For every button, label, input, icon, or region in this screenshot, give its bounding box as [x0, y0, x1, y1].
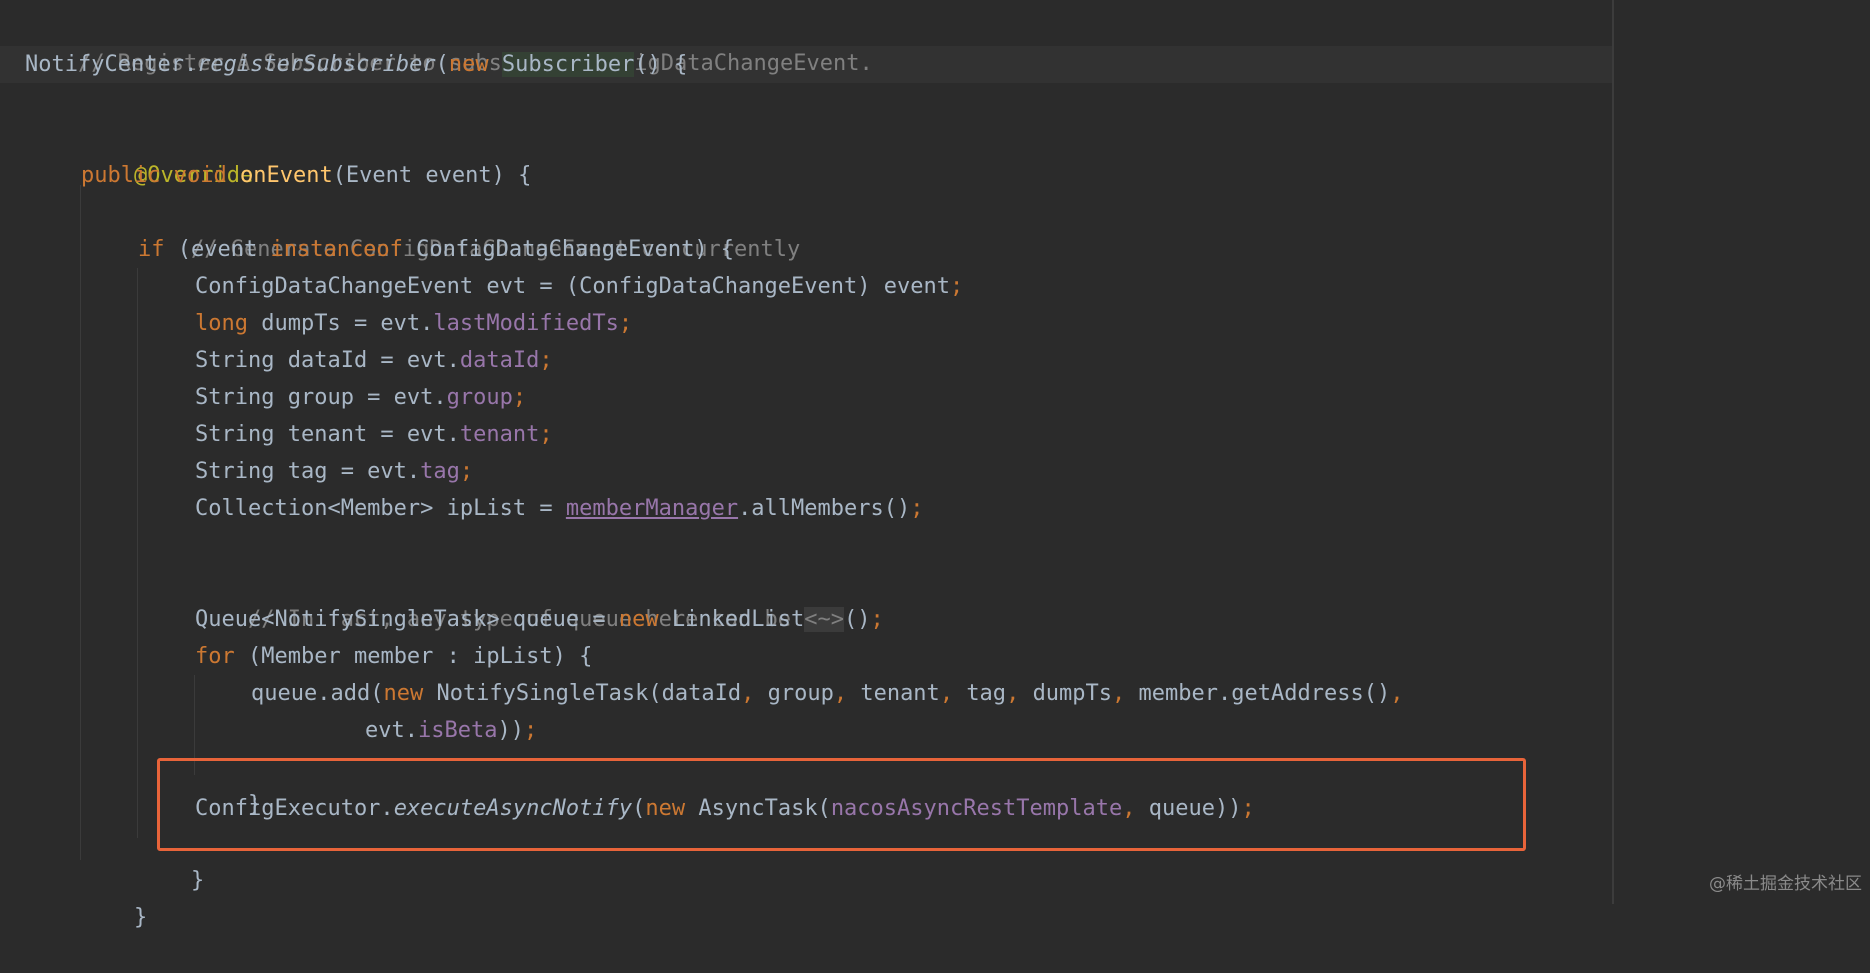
code-token: group	[446, 385, 513, 410]
code-token: memberManager	[565, 496, 739, 521]
highlight-box	[157, 758, 1526, 851]
code-token: <~>	[804, 607, 845, 632]
code-token: ;	[949, 274, 964, 299]
code-token: ConfigDataChangeEvent) {	[402, 237, 735, 262]
code-token: tenant	[860, 681, 940, 706]
code-token: isBeta	[417, 718, 498, 743]
code-line: // Generate ConfigDataChangeEvent concur…	[138, 194, 800, 262]
indent-guide	[80, 185, 81, 860]
code-line: evt.isBeta));	[365, 712, 537, 749]
code-token: ;	[870, 607, 884, 632]
code-token: ;	[523, 718, 538, 743]
code-token: Subscriber	[501, 52, 635, 77]
code-token: for	[195, 644, 235, 669]
code-token: Collection<Member> ipList =	[195, 496, 566, 521]
code-token: queue.add(	[251, 681, 384, 706]
code-token: public	[81, 163, 161, 188]
code-line: // In fact, any type of queue here can b…	[195, 564, 791, 632]
code-token: ,	[1006, 681, 1033, 706]
code-line: Collection<Member> ipList = memberManage…	[195, 490, 924, 527]
code-line: // Register A Subscriber to subscribe Co…	[25, 8, 873, 76]
code-token: tag	[966, 681, 1007, 706]
code-token: ,	[833, 681, 861, 706]
code-token: String group = evt.	[195, 385, 447, 410]
code-token: void	[173, 163, 227, 188]
code-token: new	[383, 681, 424, 706]
code-line: String dataId = evt.dataId;	[195, 342, 553, 379]
code-token: Queue<NotifySingleTask> queue =	[195, 607, 619, 632]
code-line: public void onEvent(Event event) {	[81, 157, 531, 194]
code-token: String tenant = evt.	[195, 422, 460, 447]
code-token: ,	[1112, 681, 1139, 706]
code-line: ConfigDataChangeEvent evt = (ConfigDataC…	[195, 268, 963, 305]
code-token: ;	[512, 385, 527, 410]
closing-brace: }	[133, 905, 148, 930]
code-token: ,	[1390, 681, 1404, 706]
code-token: member.getAddress()	[1138, 681, 1391, 706]
code-token: String tag = evt.	[195, 459, 421, 484]
code-token: onEvent	[239, 163, 333, 188]
code-token: ;	[459, 459, 474, 484]
code-token: NotifyCenter.	[25, 52, 198, 77]
code-token: ,	[741, 681, 768, 706]
code-token: ;	[618, 311, 633, 336]
code-token: ()	[844, 607, 871, 632]
code-token: dumpTs	[1032, 681, 1113, 706]
code-line: String tenant = evt.tenant;	[195, 416, 553, 453]
code-line: String tag = evt.tag;	[195, 453, 473, 490]
code-token: new	[618, 607, 659, 632]
code-token: LinkedList	[658, 607, 805, 632]
code-token: instanceof	[270, 237, 403, 262]
code-line: }	[81, 862, 147, 930]
code-token: dumpTs = evt.	[247, 311, 434, 336]
right-margin-guide	[1612, 0, 1614, 904]
code-token: tag	[420, 459, 460, 484]
watermark: @稀土掘金技术社区	[1709, 874, 1862, 894]
code-token: if	[138, 237, 165, 262]
code-token: group	[767, 681, 834, 706]
code-token: ))	[497, 718, 524, 743]
code-token: (Member member : ipList) {	[234, 644, 593, 669]
code-token: () {	[634, 52, 688, 77]
code-line: long dumpTs = evt.lastModifiedTs;	[195, 305, 632, 342]
code-line: if (event instanceof ConfigDataChangeEve…	[138, 231, 734, 268]
code-token: registerSubscriber	[197, 52, 436, 77]
code-editor[interactable]: // Register A Subscriber to subscribe Co…	[0, 0, 1870, 930]
code-line: queue.add(new NotifySingleTask(dataId, g…	[251, 675, 1403, 712]
code-token: String dataId = evt.	[195, 348, 460, 373]
closing-brace: }	[190, 868, 205, 893]
code-line: for (Member member : ipList) {	[195, 638, 592, 675]
code-token: ;	[539, 422, 553, 447]
code-line: Queue<NotifySingleTask> queue = new Link…	[195, 601, 884, 638]
code-token: tenant	[459, 422, 540, 447]
indent-guide	[137, 268, 138, 838]
code-line: String group = evt.group;	[195, 379, 526, 416]
code-token: ,	[939, 681, 967, 706]
code-token: NotifySingleTask(dataId	[423, 681, 742, 706]
code-token: (event	[164, 237, 271, 262]
code-token: (Event event) {	[332, 163, 532, 188]
code-token: evt.	[365, 718, 418, 743]
code-token: ;	[539, 348, 553, 373]
code-token: .allMembers()	[738, 496, 911, 521]
code-token: long	[195, 311, 248, 336]
code-line: @Override	[81, 120, 253, 188]
code-line: NotifyCenter.registerSubscriber(new Subs…	[25, 46, 687, 83]
code-token: ConfigDataChangeEvent evt = (ConfigDataC…	[195, 274, 950, 299]
code-token: new	[448, 52, 489, 77]
code-token: dataId	[459, 348, 540, 373]
code-token: lastModifiedTs	[433, 311, 619, 336]
code-token: ;	[910, 496, 924, 521]
code-token: (	[435, 52, 449, 77]
